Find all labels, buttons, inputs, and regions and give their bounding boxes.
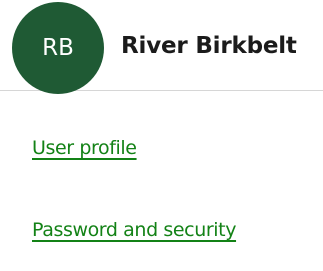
user-name: River Birkbelt (121, 33, 297, 59)
avatar-initials: RB (42, 35, 74, 61)
user-profile-link[interactable]: User profile (32, 134, 317, 162)
account-header: RB River Birkbelt (0, 0, 323, 94)
account-nav: User profile Password and security (32, 134, 317, 244)
account-panel: RB River Birkbelt User profile Password … (0, 0, 323, 271)
password-and-security-link[interactable]: Password and security (32, 216, 317, 244)
avatar: RB (12, 2, 104, 94)
